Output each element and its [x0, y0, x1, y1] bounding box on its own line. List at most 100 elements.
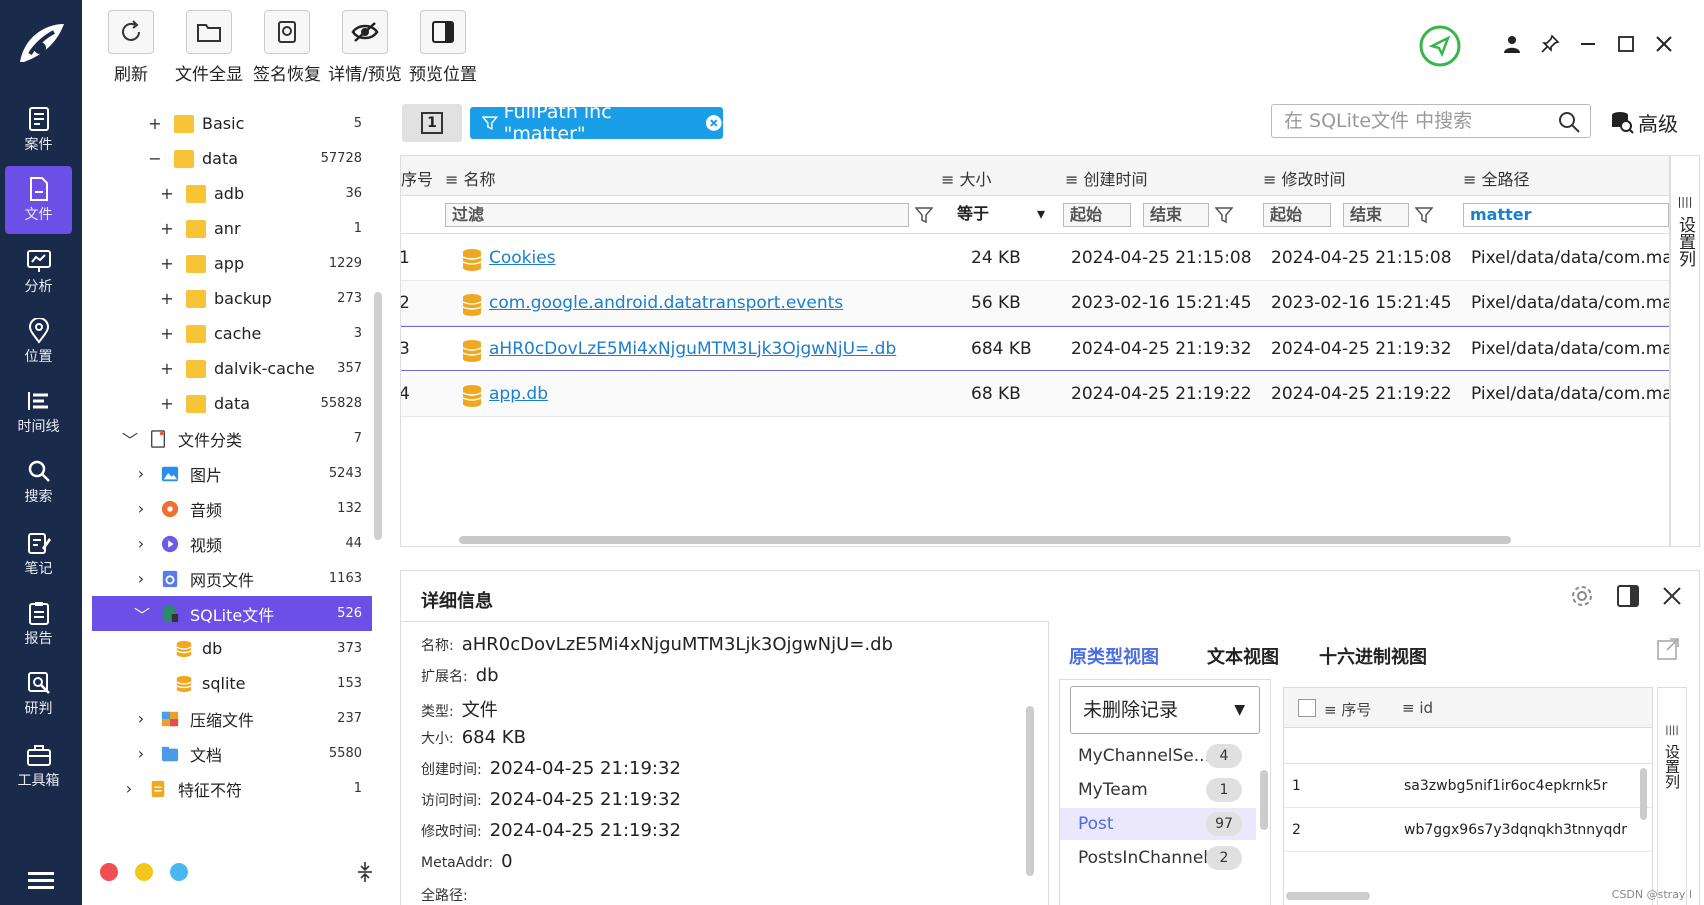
nav-item-timeline[interactable]: 时间线 [5, 378, 72, 446]
nav-item-note[interactable]: 笔记 [5, 520, 72, 588]
list-item[interactable]: MyTeam 1 [1060, 774, 1256, 806]
tab-hex-view[interactable]: 十六进制视图 [1319, 643, 1427, 669]
grid-horizontal-scrollbar[interactable] [459, 536, 1511, 544]
filter-icon[interactable] [1415, 206, 1433, 224]
props-scrollbar[interactable] [1026, 706, 1034, 876]
record-filter-select[interactable]: 未删除记录 ▼ [1070, 686, 1260, 734]
tree-node-backup[interactable]: + backup 273 [92, 281, 372, 316]
size-operator-select[interactable]: 等于 ▾ [951, 203, 1051, 227]
nav-item-search[interactable]: 搜索 [5, 448, 72, 516]
external-link-icon[interactable] [1656, 637, 1680, 661]
collapse-all-icon[interactable] [355, 860, 375, 884]
tree-node-sqlite-ext[interactable]: sqlite 153 [92, 666, 372, 701]
tree-node-docs[interactable]: › 文档 5580 [92, 736, 372, 771]
tree-node-db[interactable]: db 373 [92, 631, 372, 666]
expand-plus-icon[interactable]: + [160, 359, 174, 378]
modified-start-input[interactable]: 起始 [1263, 203, 1331, 227]
tab-text-view[interactable]: 文本视图 [1207, 643, 1279, 669]
tab-native-view[interactable]: 原类型视图 [1069, 643, 1159, 669]
record-vertical-scrollbar[interactable] [1640, 768, 1647, 820]
list-item-selected[interactable]: Post 97 [1060, 808, 1256, 840]
col-created[interactable]: ≡ 创建时间 [1065, 166, 1148, 190]
record-horizontal-scrollbar[interactable] [1286, 892, 1370, 900]
tree-node-anr[interactable]: + anr 1 [92, 211, 372, 246]
chevron-right-icon[interactable]: › [134, 744, 148, 763]
cell-name-link[interactable]: app.db [489, 384, 548, 404]
col-name[interactable]: ≡ 名称 [445, 166, 496, 190]
filter-chip[interactable]: FullPath inc "matter" [470, 101, 723, 145]
expand-plus-icon[interactable]: + [148, 114, 162, 133]
tree-node-audio[interactable]: › 音频 132 [92, 491, 372, 526]
gear-icon[interactable] [1569, 583, 1595, 609]
nav-item-case[interactable]: 案件 [5, 96, 72, 164]
detail-preview-button[interactable]: 详情/预览 [320, 10, 410, 85]
expand-plus-icon[interactable]: + [160, 184, 174, 203]
sign-restore-button[interactable]: 签名恢复 [242, 10, 332, 85]
nav-item-location[interactable]: 位置 [5, 308, 72, 376]
col-modified[interactable]: ≡ 修改时间 [1263, 166, 1346, 190]
close-window-button[interactable] [1650, 30, 1678, 58]
tab-count-button[interactable]: 1 [402, 104, 462, 142]
path-filter-input[interactable]: matter [1463, 203, 1669, 227]
expand-plus-icon[interactable]: + [160, 254, 174, 273]
tree-node-web[interactable]: › 网页文件 1163 [92, 561, 372, 596]
tree-node-cache[interactable]: + cache 3 [92, 316, 372, 351]
cell-name-link[interactable]: aHR0cDovLzE5Mi4xNjguMTM3Ljk3OjgwNjU=.db [489, 339, 896, 359]
send-status-icon[interactable] [1418, 24, 1462, 68]
filter-icon[interactable] [1215, 206, 1233, 224]
tree-node-sqlite[interactable]: ﹀ SQLite文件 526 [92, 596, 372, 631]
tree-node-dalvik-cache[interactable]: + dalvik-cache 357 [92, 351, 372, 386]
nav-item-judge[interactable]: 研判 [5, 660, 72, 728]
select-all-checkbox[interactable] [1298, 699, 1316, 717]
blue-dot-icon[interactable] [170, 863, 188, 881]
chevron-right-icon[interactable]: › [134, 499, 148, 518]
chevron-down-icon[interactable]: ﹀ [134, 602, 150, 626]
refresh-button[interactable]: 刷新 [86, 10, 176, 85]
tree-node-video[interactable]: › 视频 44 [92, 526, 372, 561]
tree-node-images[interactable]: › 图片 5243 [92, 456, 372, 491]
user-button[interactable] [1498, 30, 1526, 58]
nav-item-report[interactable]: 报告 [5, 590, 72, 658]
tree-node-mismatch[interactable]: › 特征不符 1 [92, 771, 372, 806]
table-row[interactable]: 2 com.google.android.datatransport.event… [401, 281, 1669, 326]
hamburger-menu-icon[interactable] [28, 872, 54, 890]
col-record-id[interactable]: ≡ id [1402, 699, 1433, 717]
filter-icon[interactable] [915, 206, 933, 224]
nav-item-toolbox[interactable]: 工具箱 [5, 732, 72, 800]
search-icon[interactable] [1558, 111, 1580, 133]
tree-node-category[interactable]: ﹀ 文件分类 7 [92, 421, 372, 456]
search-input[interactable]: 在 SQLite文件 中搜索 [1271, 104, 1591, 138]
expand-plus-icon[interactable]: + [160, 219, 174, 238]
tree-node-basic[interactable]: + Basic 5 [92, 106, 372, 141]
close-icon[interactable] [1659, 583, 1685, 609]
minimize-button[interactable] [1574, 30, 1602, 58]
chevron-right-icon[interactable]: › [134, 569, 148, 588]
table-list-scrollbar[interactable] [1260, 770, 1268, 830]
created-end-input[interactable]: 结束 [1143, 203, 1209, 227]
expand-plus-icon[interactable]: + [160, 324, 174, 343]
collapse-minus-icon[interactable]: − [148, 149, 162, 168]
tree-node-archive[interactable]: › 压缩文件 237 [92, 701, 372, 736]
cell-name-link[interactable]: com.google.android.datatransport.events [489, 293, 843, 313]
pin-button[interactable] [1536, 30, 1564, 58]
tree-node-app[interactable]: + app 1229 [92, 246, 372, 281]
created-start-input[interactable]: 起始 [1063, 203, 1131, 227]
expand-plus-icon[interactable]: + [160, 394, 174, 413]
col-index[interactable]: 序号 [401, 166, 433, 190]
red-dot-icon[interactable] [100, 863, 118, 881]
nav-item-analysis[interactable]: 分析 [5, 238, 72, 306]
list-item[interactable]: MyChannelSe... 4 [1060, 740, 1256, 772]
list-item[interactable]: PostsInChannel 2 [1060, 842, 1256, 874]
tree-node-data-sub[interactable]: + data 55828 [92, 386, 372, 421]
table-row[interactable]: 1 Cookies 24 KB 2024-04-25 21:15:08 2024… [401, 236, 1669, 281]
table-row[interactable]: 4 app.db 68 KB 2024-04-25 21:19:22 2024-… [401, 372, 1669, 417]
name-filter-input[interactable]: 过滤 [445, 203, 909, 227]
tree-node-adb[interactable]: + adb 36 [92, 176, 372, 211]
advanced-search-button[interactable]: 高级 [1610, 106, 1678, 138]
chevron-right-icon[interactable]: › [134, 709, 148, 728]
col-record-index[interactable]: ≡ 序号 [1324, 699, 1371, 720]
remove-filter-icon[interactable] [705, 114, 723, 132]
chevron-right-icon[interactable]: › [122, 779, 136, 798]
expand-plus-icon[interactable]: + [160, 289, 174, 308]
modified-end-input[interactable]: 结束 [1343, 203, 1409, 227]
